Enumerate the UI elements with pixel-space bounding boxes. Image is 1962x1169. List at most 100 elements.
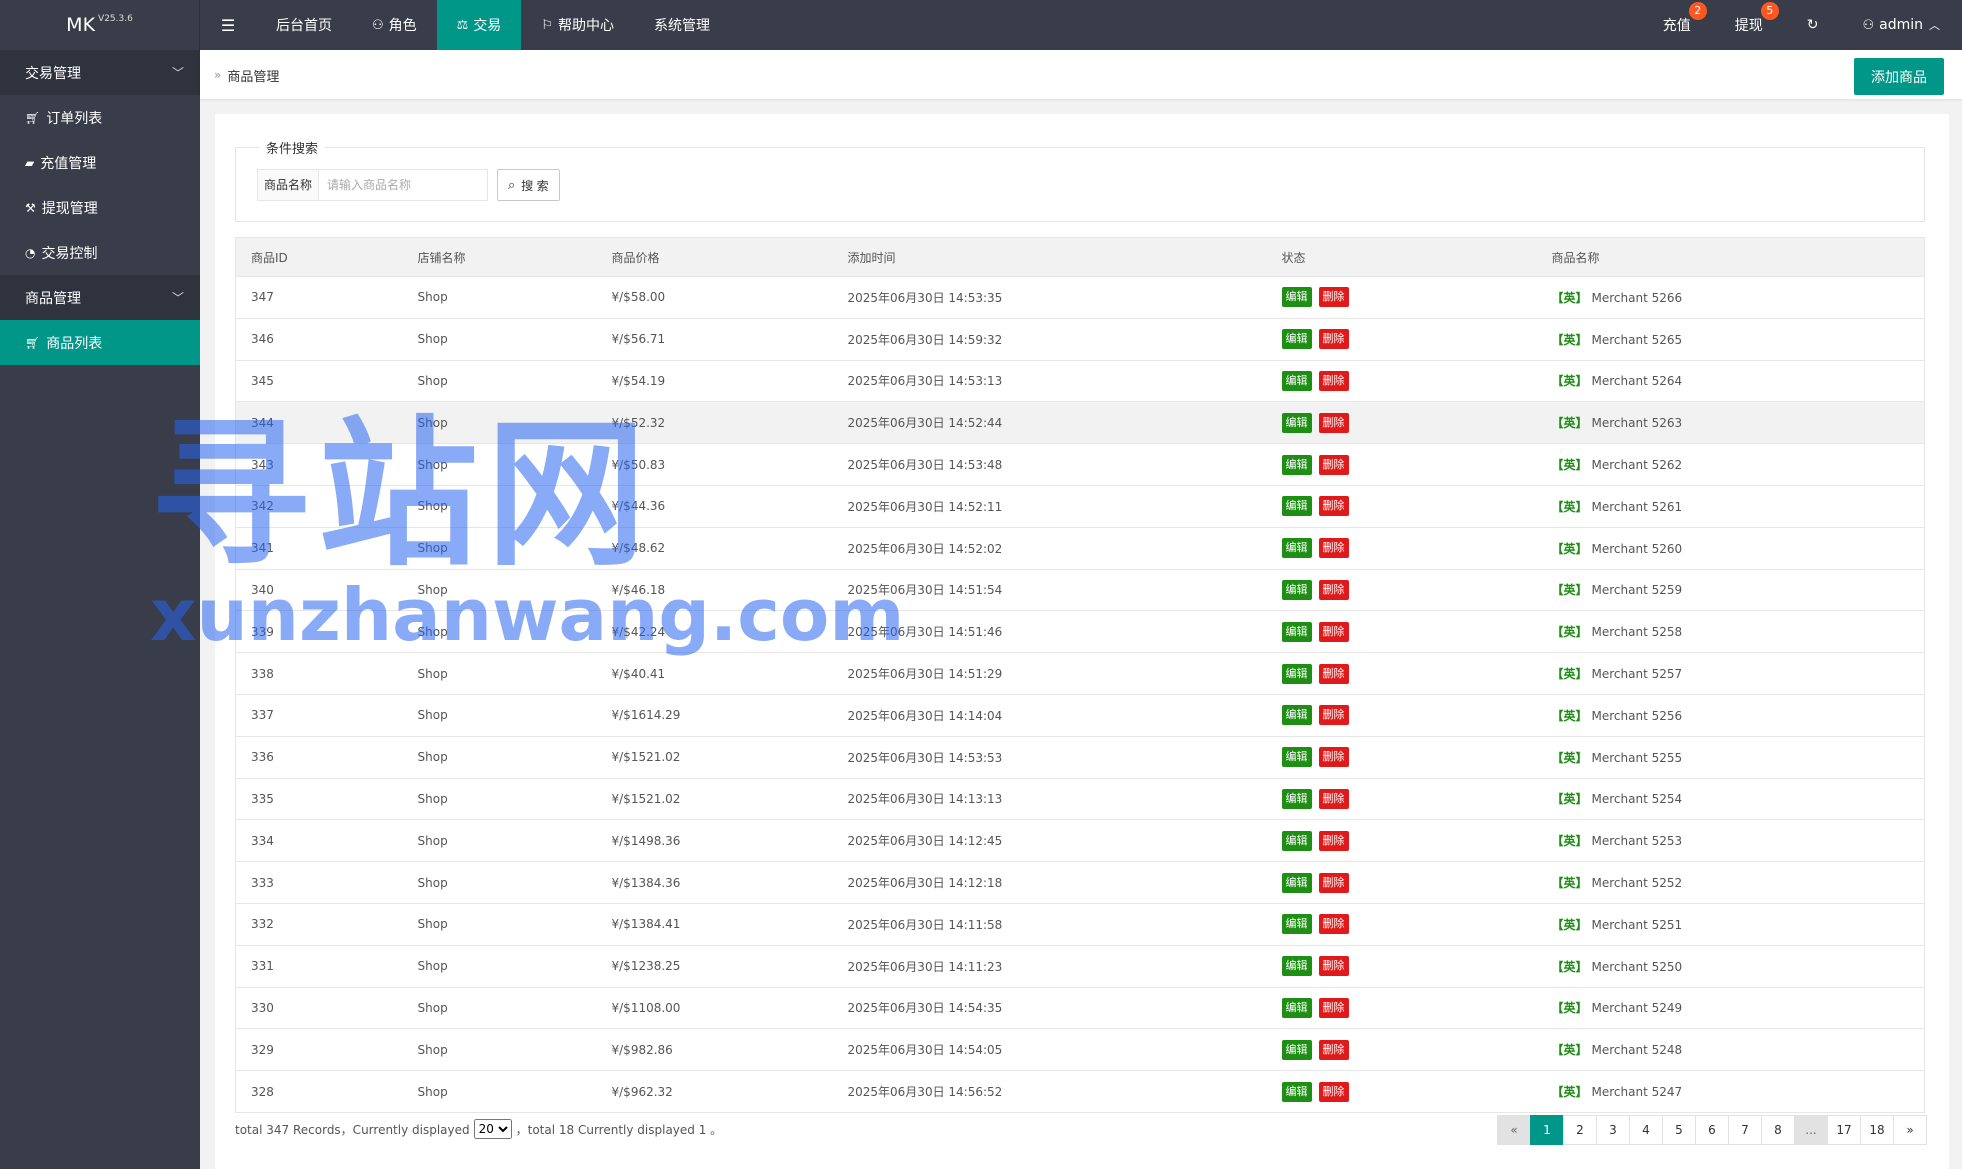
top-navbar: MK V25.3.6 ☰ 后台首页 ⚇ 角色 ⚖ 交易 ⚐ 帮助中心 系统管理 充值 …: [0, 0, 1962, 50]
delete-button[interactable]: 删除: [1318, 830, 1349, 851]
nav-trade-label: 交易: [473, 18, 502, 34]
goods-id-cell: 344: [235, 401, 403, 445]
sidebar-group-goods[interactable]: 商品管理 ﹀: [0, 275, 200, 320]
delete-button[interactable]: 删除: [1318, 579, 1349, 600]
nav-roles[interactable]: ⚇ 角色: [352, 0, 437, 50]
edit-button[interactable]: 编辑: [1281, 538, 1312, 559]
user-menu[interactable]: ⚇ admin ︿: [1840, 0, 1962, 50]
goods-name-input[interactable]: [318, 169, 489, 201]
goods-name-cell: 【英】 Merchant 5259: [1536, 569, 1925, 612]
next-page-button[interactable]: »: [1893, 1115, 1927, 1145]
shop-name-cell: Shop: [402, 819, 597, 863]
edit-button[interactable]: 编辑: [1281, 496, 1312, 517]
edit-button[interactable]: 编辑: [1281, 788, 1312, 809]
edit-button[interactable]: 编辑: [1281, 621, 1312, 642]
edit-button[interactable]: 编辑: [1281, 1081, 1312, 1102]
edit-button[interactable]: 编辑: [1281, 287, 1312, 308]
breadcrumb: » 商品管理: [214, 50, 279, 100]
goods-name: Merchant 5264: [1591, 374, 1683, 389]
delete-button[interactable]: 删除: [1318, 663, 1349, 684]
language-tag: 【英】: [1551, 1085, 1588, 1100]
delete-button[interactable]: 删除: [1318, 997, 1349, 1018]
delete-button[interactable]: 删除: [1318, 914, 1349, 935]
nav-help[interactable]: ⚐ 帮助中心: [521, 0, 634, 50]
nav-home[interactable]: 后台首页: [256, 0, 352, 50]
logo[interactable]: MK V25.3.6: [0, 0, 200, 50]
page-button[interactable]: 1: [1530, 1115, 1564, 1145]
goods-id-cell: 345: [235, 360, 403, 403]
search-field-label: 商品名称: [257, 169, 319, 201]
added-time-cell: 2025年06月30日 14:51:46: [832, 610, 1267, 654]
delete-button[interactable]: 删除: [1318, 1039, 1349, 1060]
delete-button[interactable]: 删除: [1318, 621, 1349, 642]
page-button[interactable]: 5: [1662, 1115, 1696, 1145]
edit-button[interactable]: 编辑: [1281, 370, 1312, 391]
add-goods-button[interactable]: 添加商品: [1854, 58, 1944, 95]
page-button[interactable]: 7: [1728, 1115, 1762, 1145]
search-button[interactable]: ⌕ 搜 索: [497, 169, 560, 201]
delete-button[interactable]: 删除: [1318, 370, 1349, 391]
delete-button[interactable]: 删除: [1318, 329, 1349, 350]
recharge-link[interactable]: 充值 2: [1641, 0, 1713, 50]
sidebar-item-orders[interactable]: 🛒︎ 订单列表: [0, 95, 200, 140]
nav-trade[interactable]: ⚖ 交易: [436, 0, 522, 50]
actions-cell: 编辑 删除: [1266, 318, 1537, 361]
table-row: 346 Shop ¥/$56.71 2025年06月30日 14:59:32 编辑 删除【…: [235, 318, 1925, 361]
delete-button[interactable]: 删除: [1318, 956, 1349, 977]
edit-button[interactable]: 编辑: [1281, 872, 1312, 893]
page-button[interactable]: 17: [1827, 1115, 1861, 1145]
page-button[interactable]: 3: [1596, 1115, 1630, 1145]
sidebar-group-trade[interactable]: 交易管理 ﹀: [0, 50, 200, 95]
prev-page-button[interactable]: «: [1497, 1115, 1531, 1145]
edit-button[interactable]: 编辑: [1281, 412, 1312, 433]
goods-id-cell: 346: [235, 318, 403, 361]
delete-button[interactable]: 删除: [1318, 747, 1349, 768]
delete-button[interactable]: 删除: [1318, 788, 1349, 809]
delete-button[interactable]: 删除: [1318, 454, 1349, 475]
delete-button[interactable]: 删除: [1318, 496, 1349, 517]
edit-button[interactable]: 编辑: [1281, 705, 1312, 726]
edit-button[interactable]: 编辑: [1281, 1039, 1312, 1060]
added-time-cell: 2025年06月30日 14:13:13: [832, 778, 1267, 821]
sidebar-item-withdraw[interactable]: ⚒ 提现管理: [0, 185, 200, 230]
edit-button[interactable]: 编辑: [1281, 830, 1312, 851]
delete-button[interactable]: 删除: [1318, 287, 1349, 308]
goods-name-cell: 【英】 Merchant 5249: [1536, 987, 1925, 1030]
edit-button[interactable]: 编辑: [1281, 997, 1312, 1018]
actions-cell: 编辑 删除: [1266, 610, 1537, 654]
refresh-icon[interactable]: ↻: [1785, 0, 1841, 50]
goods-id-cell: 329: [235, 1028, 403, 1072]
edit-button[interactable]: 编辑: [1281, 956, 1312, 977]
goods-name-cell: 【英】 Merchant 5262: [1536, 443, 1925, 486]
table-row: 328 Shop ¥/$962.32 2025年06月30日 14:56:52 编辑 删除…: [235, 1070, 1925, 1113]
language-tag: 【英】: [1551, 499, 1588, 514]
edit-button[interactable]: 编辑: [1281, 329, 1312, 350]
user-name: admin: [1879, 17, 1923, 33]
page-button[interactable]: 4: [1629, 1115, 1663, 1145]
delete-button[interactable]: 删除: [1318, 872, 1349, 893]
nav-system[interactable]: 系统管理: [634, 0, 730, 50]
withdraw-link[interactable]: 提现 5: [1713, 0, 1785, 50]
goods-id-cell: 339: [235, 610, 403, 654]
breadcrumb-bar: » 商品管理 添加商品: [200, 50, 1962, 100]
sidebar-item-goods-list[interactable]: 🛒︎ 商品列表: [0, 320, 200, 365]
delete-button[interactable]: 删除: [1318, 705, 1349, 726]
delete-button[interactable]: 删除: [1318, 412, 1349, 433]
page-button[interactable]: 6: [1695, 1115, 1729, 1145]
edit-button[interactable]: 编辑: [1281, 663, 1312, 684]
page-button[interactable]: 8: [1761, 1115, 1795, 1145]
page-button[interactable]: 2: [1563, 1115, 1597, 1145]
chevron-down-icon: ﹀: [171, 66, 184, 80]
delete-button[interactable]: 删除: [1318, 538, 1349, 559]
page-size-select[interactable]: 20: [473, 1119, 512, 1139]
sidebar-item-recharge[interactable]: ▰ 充值管理: [0, 140, 200, 185]
edit-button[interactable]: 编辑: [1281, 914, 1312, 935]
menu-toggle-icon[interactable]: ☰: [200, 0, 256, 50]
shop-name-cell: Shop: [402, 987, 597, 1030]
sidebar-item-trade-control[interactable]: ◔ 交易控制: [0, 230, 200, 275]
page-button[interactable]: 18: [1860, 1115, 1894, 1145]
delete-button[interactable]: 删除: [1318, 1081, 1349, 1102]
edit-button[interactable]: 编辑: [1281, 454, 1312, 475]
edit-button[interactable]: 编辑: [1281, 747, 1312, 768]
edit-button[interactable]: 编辑: [1281, 579, 1312, 600]
